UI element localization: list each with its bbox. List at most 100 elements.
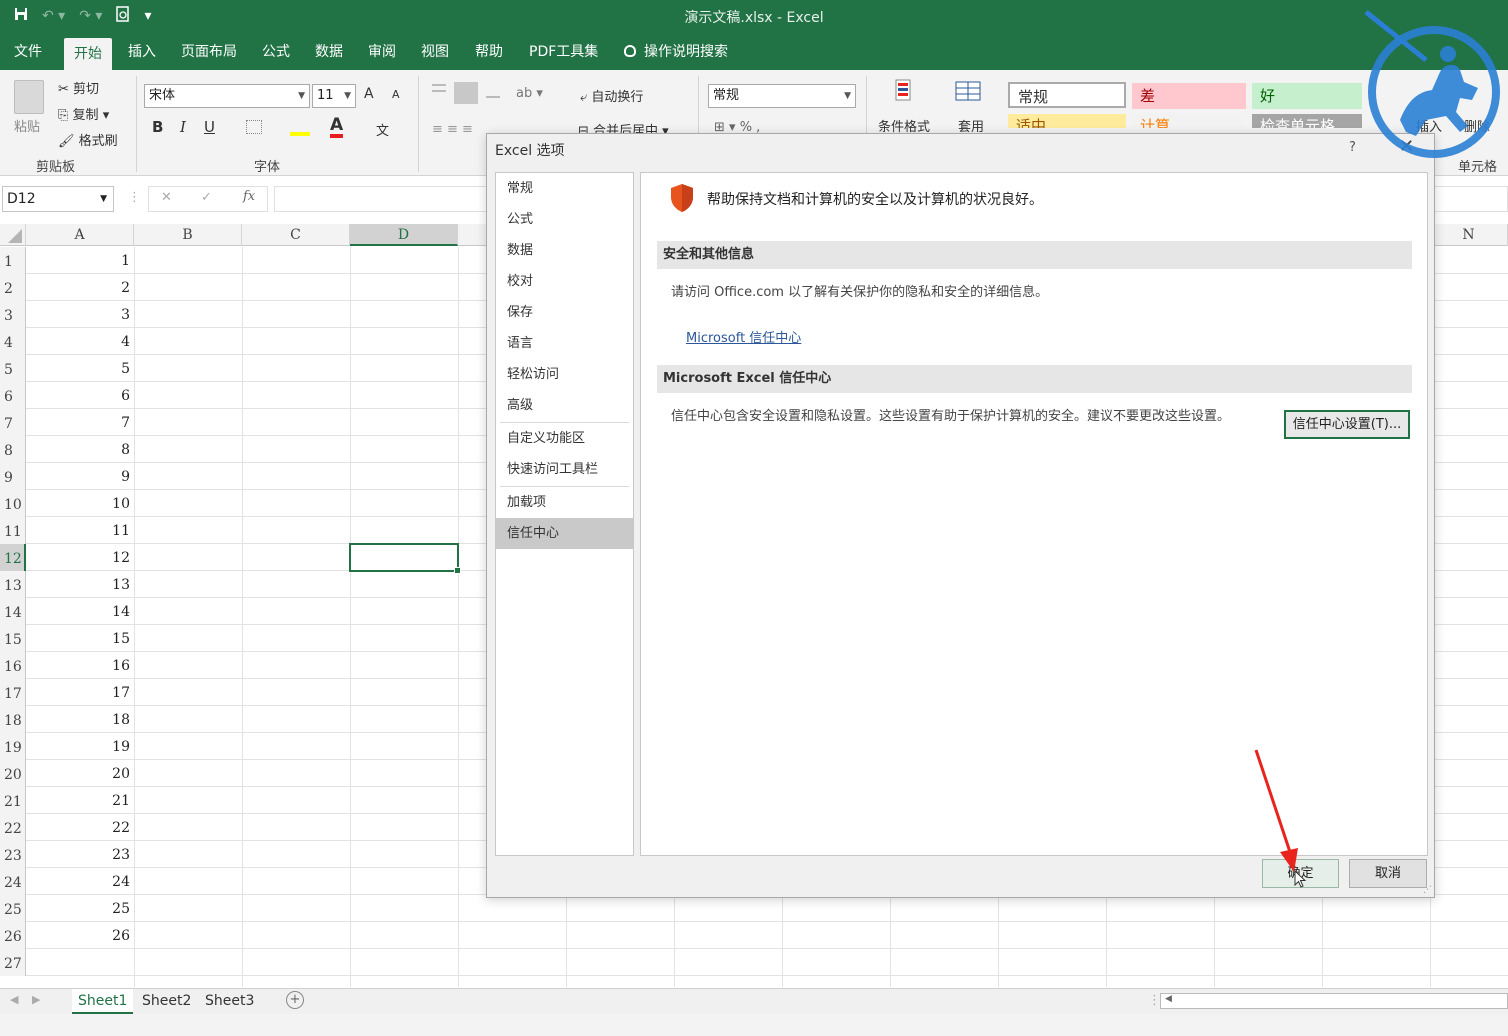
tab-formulas[interactable]: 公式 [252, 34, 300, 70]
cell-a[interactable]: 25 [26, 895, 134, 922]
nav-formulas[interactable]: 公式 [496, 204, 633, 235]
style-good[interactable]: 好 [1252, 83, 1362, 109]
tab-home[interactable]: 开始 [64, 38, 112, 70]
underline-button[interactable]: U [204, 118, 215, 136]
cell-a[interactable]: 17 [26, 679, 134, 706]
font-color-button[interactable]: A [330, 116, 344, 138]
cell-a[interactable]: 3 [26, 301, 134, 328]
row-header[interactable]: 11 [0, 517, 26, 544]
nav-data[interactable]: 数据 [496, 235, 633, 266]
cut-button[interactable]: ✂ 剪切 [58, 78, 99, 97]
sheet-tab-sheet1[interactable]: Sheet1 [72, 989, 134, 1014]
style-neutral[interactable]: 适中 [1008, 114, 1126, 128]
row-header[interactable]: 2 [0, 274, 26, 301]
tab-page-layout[interactable]: 页面布局 [171, 34, 247, 70]
new-sheet-button[interactable]: + [286, 991, 304, 1009]
row-header[interactable]: 15 [0, 625, 26, 652]
row-header[interactable]: 18 [0, 706, 26, 733]
tab-pdf-tools[interactable]: PDF工具集 [519, 34, 608, 70]
row-header[interactable]: 24 [0, 868, 26, 895]
row-header[interactable]: 14 [0, 598, 26, 625]
fill-color-icon[interactable] [290, 118, 310, 136]
resize-grip-icon[interactable]: ⋰ [1423, 885, 1432, 895]
cell-a[interactable]: 11 [26, 517, 134, 544]
selected-cell-d12[interactable] [349, 543, 461, 574]
row-header[interactable]: 1 [0, 247, 26, 274]
tab-help[interactable]: 帮助 [465, 34, 513, 70]
row-header[interactable]: 25 [0, 895, 26, 922]
cell-a[interactable]: 19 [26, 733, 134, 760]
align-left-icon[interactable]: ≡ ≡ ≡ [432, 122, 473, 137]
tab-data[interactable]: 数据 [305, 34, 353, 70]
row-header[interactable]: 6 [0, 382, 26, 409]
accounting-format-button[interactable]: ⊞ ▾ % , [714, 120, 760, 134]
shrink-font-button[interactable]: A [392, 88, 400, 101]
row-header[interactable]: 20 [0, 760, 26, 787]
cell-a[interactable]: 8 [26, 436, 134, 463]
column-header-b[interactable]: B [134, 224, 242, 246]
nav-language[interactable]: 语言 [496, 328, 633, 359]
cell-a[interactable]: 5 [26, 355, 134, 382]
cell-a[interactable]: 26 [26, 922, 134, 949]
style-normal[interactable]: 常规 [1008, 82, 1126, 108]
tab-view[interactable]: 视图 [411, 34, 459, 70]
nav-proofing[interactable]: 校对 [496, 266, 633, 297]
font-name-select[interactable]: 宋体 ▼ [144, 84, 310, 108]
column-header-n[interactable]: N [1430, 224, 1508, 246]
enter-entry-button[interactable]: ✓ [201, 190, 212, 205]
align-middle-icon[interactable] [454, 82, 478, 104]
microsoft-trust-center-link[interactable]: Microsoft 信任中心 [686, 327, 801, 346]
name-box[interactable]: D12 ▼ [2, 186, 114, 212]
row-header[interactable]: 4 [0, 328, 26, 355]
row-header[interactable]: 9 [0, 463, 26, 490]
paste-icon[interactable] [14, 80, 44, 114]
cell-a[interactable]: 13 [26, 571, 134, 598]
nav-accessibility[interactable]: 轻松访问 [496, 359, 633, 390]
italic-button[interactable]: I [180, 118, 186, 136]
cell-a[interactable]: 21 [26, 787, 134, 814]
nav-quick-access-toolbar[interactable]: 快速访问工具栏 [496, 454, 633, 485]
cell-a[interactable]: 6 [26, 382, 134, 409]
trust-center-settings-button[interactable]: 信任中心设置(T)... [1284, 410, 1410, 439]
cell-a[interactable]: 12 [26, 544, 134, 571]
column-header-c[interactable]: C [242, 224, 350, 246]
percent-button[interactable]: % [740, 120, 752, 134]
help-button[interactable]: ? [1349, 140, 1356, 155]
cell-a[interactable]: 4 [26, 328, 134, 355]
cell-a[interactable]: 16 [26, 652, 134, 679]
nav-trust-center[interactable]: 信任中心 [496, 518, 633, 549]
cell-a[interactable]: 1 [26, 247, 134, 274]
tab-file[interactable]: 文件 [4, 34, 52, 70]
scroll-sheets-left-icon[interactable]: ◀ [10, 993, 18, 1006]
sheet-tab-sheet3[interactable]: Sheet3 [199, 989, 260, 1014]
row-header[interactable]: 17 [0, 679, 26, 706]
copy-button[interactable]: ⎘ 复制 ▾ [58, 104, 109, 123]
nav-general[interactable]: 常规 [496, 173, 633, 204]
tab-insert[interactable]: 插入 [118, 34, 166, 70]
row-header[interactable]: 27 [0, 949, 26, 976]
row-header[interactable]: 13 [0, 571, 26, 598]
cell-a[interactable]: 10 [26, 490, 134, 517]
cell-a[interactable]: 14 [26, 598, 134, 625]
nav-customize-ribbon[interactable]: 自定义功能区 [496, 423, 633, 454]
conditional-format-icon[interactable] [892, 78, 920, 108]
format-painter-button[interactable]: 🖌 格式刷 [58, 130, 118, 149]
sheet-tab-sheet2[interactable]: Sheet2 [136, 989, 197, 1014]
nav-advanced[interactable]: 高级 [496, 390, 633, 421]
border-icon[interactable] [246, 120, 262, 134]
align-bottom-icon[interactable] [486, 90, 500, 98]
row-header[interactable]: 10 [0, 490, 26, 517]
cell-a[interactable]: 23 [26, 841, 134, 868]
format-table-icon[interactable] [954, 78, 986, 108]
grow-font-button[interactable]: A [364, 86, 374, 102]
cell-a[interactable]: 24 [26, 868, 134, 895]
style-check-cell[interactable]: 检查单元格 [1252, 114, 1362, 128]
column-header-a[interactable]: A [26, 224, 134, 246]
paste-button[interactable]: 粘贴 [14, 116, 40, 135]
cancel-entry-button[interactable]: ✕ [161, 190, 172, 205]
row-header[interactable]: 23 [0, 841, 26, 868]
cell-a[interactable]: 7 [26, 409, 134, 436]
row-header[interactable]: 16 [0, 652, 26, 679]
number-format-select[interactable]: 常规 ▼ [708, 84, 856, 108]
bold-button[interactable]: B [152, 118, 163, 136]
